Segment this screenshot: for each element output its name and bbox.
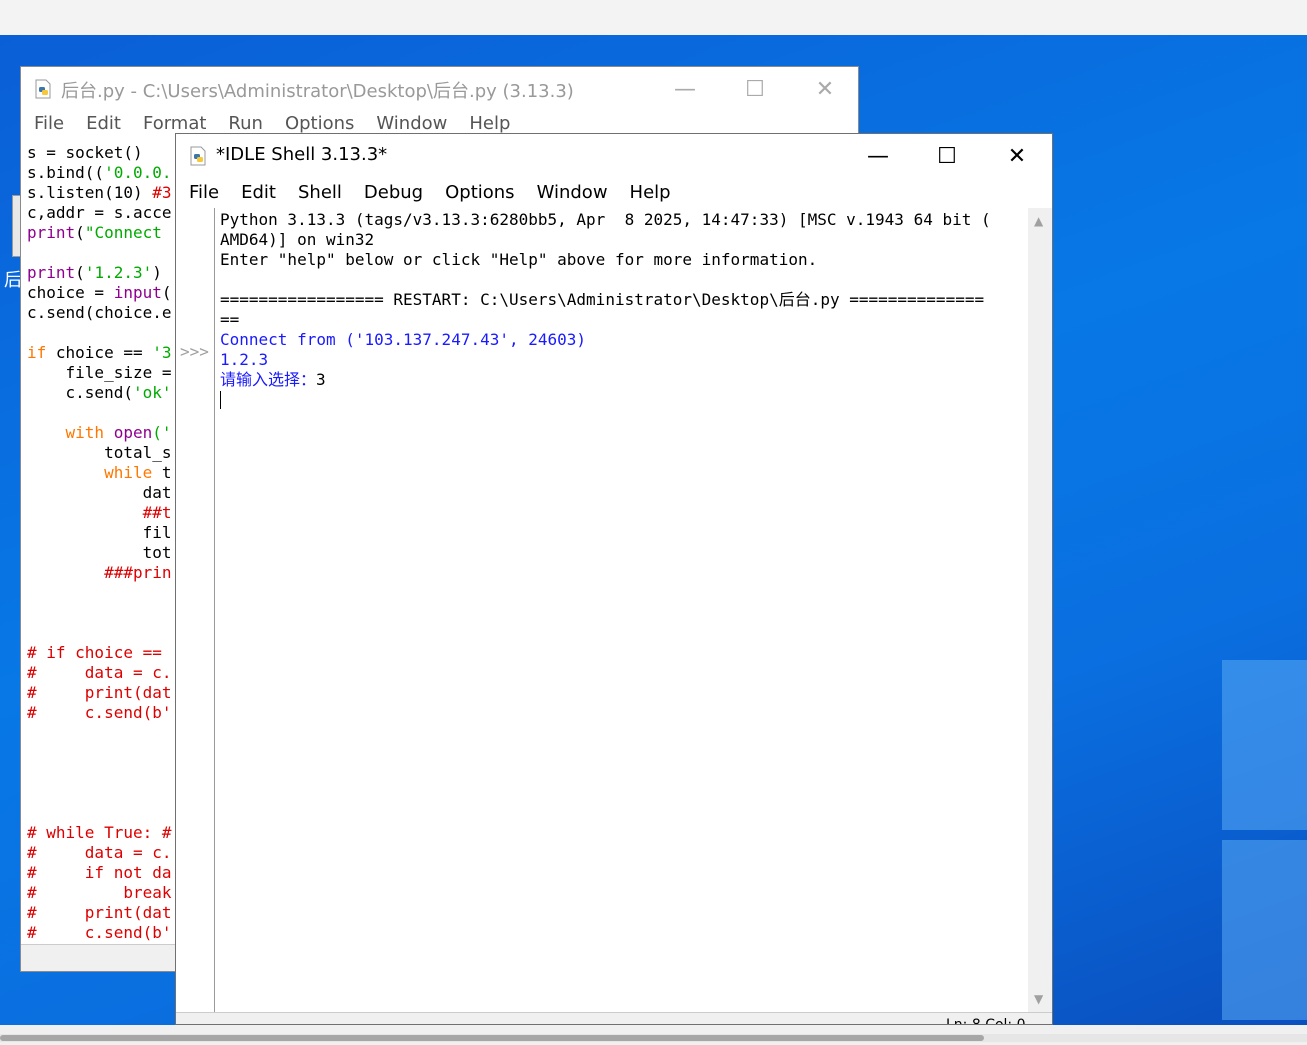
- close-button[interactable]: ✕: [982, 134, 1052, 178]
- text-cursor: [220, 391, 221, 409]
- maximize-button[interactable]: ☐: [720, 67, 790, 111]
- maximize-button[interactable]: ☐: [912, 134, 982, 178]
- scroll-down-arrow-icon[interactable]: ▼: [1034, 992, 1043, 1006]
- menu-file[interactable]: File: [178, 178, 230, 208]
- windows-logo-pane: [1222, 660, 1307, 830]
- menu-shell[interactable]: Shell: [287, 178, 353, 208]
- editor-titlebar[interactable]: 后台.py - C:\Users\Administrator\Desktop\后…: [21, 67, 858, 111]
- menu-window[interactable]: Window: [526, 178, 619, 208]
- menu-debug[interactable]: Debug: [353, 178, 434, 208]
- menu-edit[interactable]: Edit: [230, 178, 287, 208]
- browser-top-strip: [0, 0, 1307, 35]
- cursor-position: Ln: 8 Col: 0: [946, 1017, 1026, 1025]
- menu-options[interactable]: Options: [434, 178, 525, 208]
- idle-shell-window[interactable]: *IDLE Shell 3.13.3* — ☐ ✕ File Edit Shel…: [175, 133, 1053, 1025]
- menu-edit[interactable]: Edit: [75, 111, 132, 137]
- close-button[interactable]: ✕: [790, 67, 858, 111]
- code-editor-text[interactable]: s = socket() s.bind(('0.0.0. s.listen(10…: [27, 143, 172, 943]
- menu-help[interactable]: Help: [619, 178, 682, 208]
- menu-file[interactable]: File: [23, 111, 75, 137]
- minimize-button[interactable]: —: [843, 134, 913, 178]
- vertical-scrollbar[interactable]: ▲ ▼: [1028, 208, 1052, 1012]
- scroll-up-arrow-icon[interactable]: ▲: [1034, 214, 1043, 228]
- horizontal-scrollbar-thumb[interactable]: [0, 1035, 984, 1041]
- minimize-button[interactable]: —: [650, 67, 720, 111]
- shell-output-text[interactable]: Python 3.13.3 (tags/v3.13.3:6280bb5, Apr…: [220, 210, 991, 410]
- shell-statusbar: Ln: 8 Col: 0: [176, 1012, 1052, 1025]
- python-shell-icon: [190, 146, 206, 166]
- shell-prompt: >>>: [180, 342, 209, 361]
- python-file-icon: [35, 79, 51, 99]
- editor-title: 后台.py - C:\Users\Administrator\Desktop\后…: [61, 81, 574, 102]
- prompt-gutter: >>>: [176, 208, 215, 1012]
- shell-menubar: File Edit Shell Debug Options Window Hel…: [176, 178, 1052, 208]
- shell-titlebar[interactable]: *IDLE Shell 3.13.3* — ☐ ✕: [176, 134, 1052, 178]
- windows-logo-pane: [1222, 840, 1307, 1020]
- shell-title: *IDLE Shell 3.13.3*: [216, 144, 388, 165]
